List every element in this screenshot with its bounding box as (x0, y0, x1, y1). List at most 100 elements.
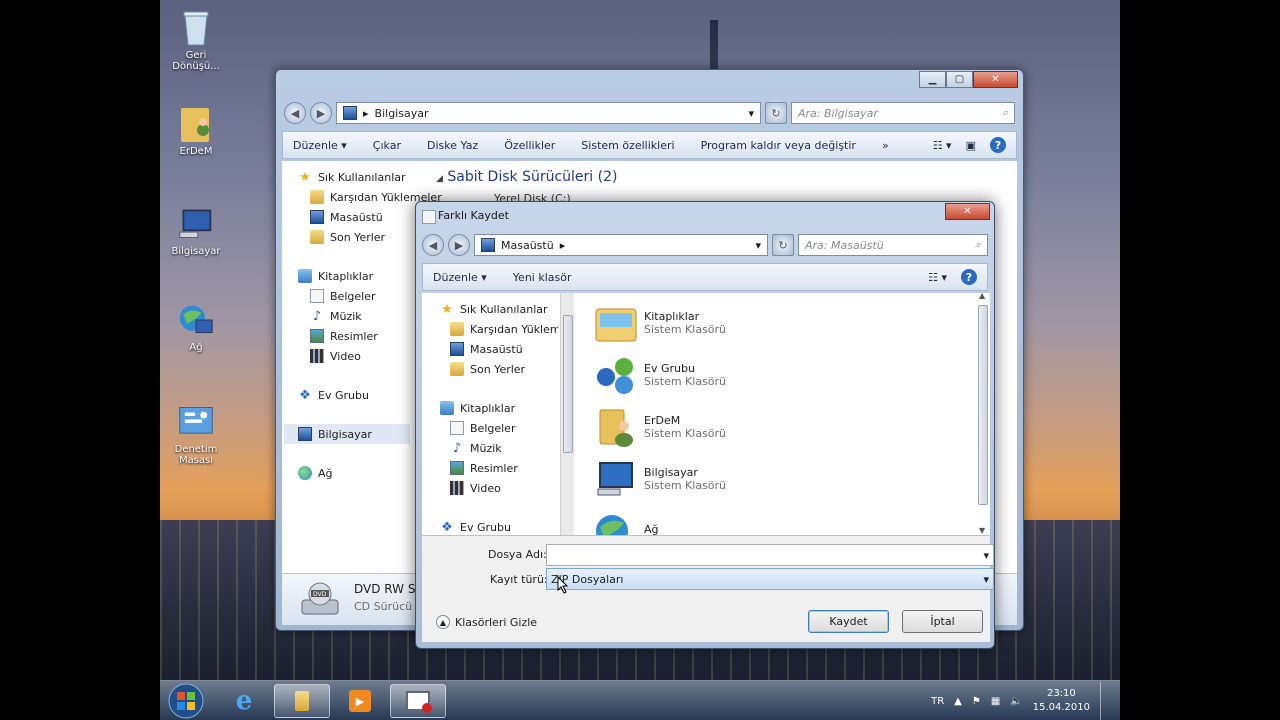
back-button[interactable]: ◀ (422, 234, 444, 256)
scroll-up-icon[interactable]: ▲ (979, 293, 985, 300)
nav-downloads[interactable]: Karşıdan Yüklem (440, 319, 558, 339)
network-icon (178, 300, 214, 340)
nav-documents[interactable]: Belgeler (298, 286, 428, 306)
chevron-down-icon[interactable]: ▾ (755, 239, 761, 252)
nav-recent-places[interactable]: Son Yerler (298, 227, 428, 247)
system-properties-button[interactable]: Sistem özellikleri (581, 139, 674, 152)
desktop-icon-user-folder[interactable]: ErDeM (168, 104, 224, 157)
refresh-button[interactable]: ↻ (765, 102, 787, 124)
nav-documents[interactable]: Belgeler (440, 418, 558, 438)
nav-scrollbar[interactable] (560, 293, 574, 535)
close-button[interactable]: ✕ (973, 71, 1018, 88)
nav-computer[interactable]: Bilgisayar (284, 424, 410, 444)
save-as-dialog[interactable]: Farklı Kaydet ✕ ◀ ▶ Masaüstü ▸ ▾ ↻ Ara: … (415, 201, 995, 649)
nav-desktop[interactable]: Masaüstü (298, 207, 428, 227)
nav-network[interactable]: Ağ (298, 463, 428, 483)
nav-libraries[interactable]: Kitaplıklar (298, 266, 428, 286)
taskbar-active-app[interactable] (390, 684, 446, 718)
dialog-search-box[interactable]: Ara: Masaüstü ⌕ (798, 234, 988, 256)
desktop-icon-control-panel[interactable]: Denetim Masası (168, 402, 224, 466)
file-list-scrollbar[interactable]: ▲ ▼ (976, 293, 990, 535)
nav-music[interactable]: ♪ Müzik (298, 306, 428, 326)
dialog-close-button[interactable]: ✕ (945, 203, 990, 220)
forward-button[interactable]: ▶ (448, 234, 470, 256)
cancel-button[interactable]: İptal (902, 610, 983, 633)
chevron-down-icon[interactable]: ▾ (983, 573, 989, 586)
section-header[interactable]: ◢ Sabit Disk Sürücüleri (2) (436, 169, 617, 185)
preview-pane-icon[interactable]: ▣ (966, 139, 976, 152)
chevron-down-icon[interactable]: ▾ (748, 107, 754, 120)
back-button[interactable]: ◀ (284, 102, 306, 124)
dialog-nav-pane: ★ Sık Kullanılanlar Karşıdan Yüklem Masaü… (440, 299, 558, 535)
desktop-icon-recycle-bin[interactable]: Geri Dönüşü... (168, 8, 224, 72)
more-commands-button[interactable]: » (882, 139, 889, 152)
chevron-up-icon: ▲ (436, 615, 450, 629)
nav-libraries[interactable]: Kitaplıklar (440, 398, 558, 418)
chevron-right-icon: ▸ (363, 106, 369, 120)
taskbar-media-player[interactable]: ▶ (332, 684, 388, 718)
language-indicator[interactable]: TR (931, 696, 944, 707)
file-item-libraries[interactable]: Kitaplıklar Sistem Klasörü (594, 301, 726, 345)
help-icon[interactable]: ? (961, 269, 977, 285)
user-folder-icon (594, 405, 638, 449)
uninstall-program-button[interactable]: Program kaldır veya değiştir (701, 139, 856, 152)
file-item-computer[interactable]: Bilgisayar Sistem Klasörü (594, 457, 726, 501)
file-list-scroll-thumb[interactable] (978, 305, 988, 505)
organize-menu[interactable]: Düzenle ▾ (293, 139, 347, 152)
nav-pictures[interactable]: Resimler (440, 458, 558, 478)
nav-homegroup[interactable]: ❖ Ev Grubu (440, 517, 558, 535)
filetype-select[interactable]: ZIP Dosyaları ▾ (546, 568, 994, 590)
hide-folders-toggle[interactable]: ▲ Klasörleri Gizle (436, 615, 537, 629)
file-item-user-folder[interactable]: ErDeM Sistem Klasörü (594, 405, 726, 449)
minimize-button[interactable]: ▁ (919, 71, 946, 88)
maximize-button[interactable]: ▢ (946, 71, 973, 88)
desktop-icon-computer[interactable]: Bilgisayar (168, 204, 224, 257)
nav-scroll-thumb[interactable] (563, 315, 573, 453)
refresh-button[interactable]: ↻ (772, 234, 794, 256)
nav-homegroup[interactable]: ❖ Ev Grubu (298, 385, 428, 405)
desktop-icon-network[interactable]: Ağ (168, 300, 224, 353)
taskbar-internet-explorer[interactable]: e (216, 684, 272, 718)
address-text: Masaüstü (501, 238, 554, 252)
start-button[interactable] (164, 682, 208, 720)
nav-favorites[interactable]: ★ Sık Kullanılanlar (298, 167, 428, 187)
burn-button[interactable]: Diske Yaz (427, 139, 478, 152)
explorer-address-row: ◀ ▶ ▸ Bilgisayar ▾ ↻ Ara: Bilgisayar ⌕ (284, 101, 1015, 125)
help-icon[interactable]: ? (990, 137, 1006, 153)
clock[interactable]: 23:10 15.04.2010 (1033, 687, 1090, 715)
volume-icon[interactable]: 🔈 (1010, 696, 1022, 707)
new-folder-button[interactable]: Yeni klasör (513, 271, 572, 284)
properties-button[interactable]: Özellikler (504, 139, 555, 152)
action-center-icon[interactable]: ⚑ (972, 696, 981, 707)
scroll-down-icon[interactable]: ▼ (979, 526, 985, 535)
nav-videos[interactable]: Video (440, 478, 558, 498)
network-status-icon[interactable]: ▦ (991, 696, 1000, 707)
dialog-address-bar[interactable]: Masaüstü ▸ ▾ (474, 234, 768, 256)
nav-recent-places[interactable]: Son Yerler (440, 359, 558, 379)
nav-downloads[interactable]: Karşıdan Yüklemeler (298, 187, 442, 207)
taskbar-explorer[interactable] (274, 684, 330, 718)
nav-music[interactable]: ♪ Müzik (440, 438, 558, 458)
nav-favorites[interactable]: ★ Sık Kullanılanlar (440, 299, 558, 319)
filename-input[interactable]: ▾ (546, 544, 994, 566)
media-player-icon: ▶ (349, 690, 371, 712)
show-desktop-button[interactable] (1100, 682, 1112, 720)
file-item-homegroup[interactable]: Ev Grubu Sistem Klasörü (594, 353, 726, 397)
monitor-icon (310, 210, 324, 224)
file-item-network[interactable]: Ağ (594, 507, 659, 535)
eject-button[interactable]: Çıkar (373, 139, 401, 152)
view-options-icon[interactable]: ☷ ▾ (933, 139, 952, 152)
chevron-down-icon[interactable]: ▾ (983, 549, 989, 562)
explorer-address-bar[interactable]: ▸ Bilgisayar ▾ (336, 102, 761, 124)
view-options-icon[interactable]: ☷ ▾ (928, 271, 947, 284)
explorer-search-box[interactable]: Ara: Bilgisayar ⌕ (791, 102, 1015, 124)
folder-icon (450, 322, 464, 336)
forward-button[interactable]: ▶ (310, 102, 332, 124)
homegroup-icon: ❖ (441, 519, 453, 535)
show-hidden-icons[interactable]: ▲ (954, 696, 962, 707)
nav-pictures[interactable]: Resimler (298, 326, 428, 346)
nav-videos[interactable]: Video (298, 346, 428, 366)
nav-desktop[interactable]: Masaüstü (440, 339, 558, 359)
organize-menu[interactable]: Düzenle ▾ (433, 271, 487, 284)
save-button[interactable]: Kaydet (808, 610, 889, 633)
